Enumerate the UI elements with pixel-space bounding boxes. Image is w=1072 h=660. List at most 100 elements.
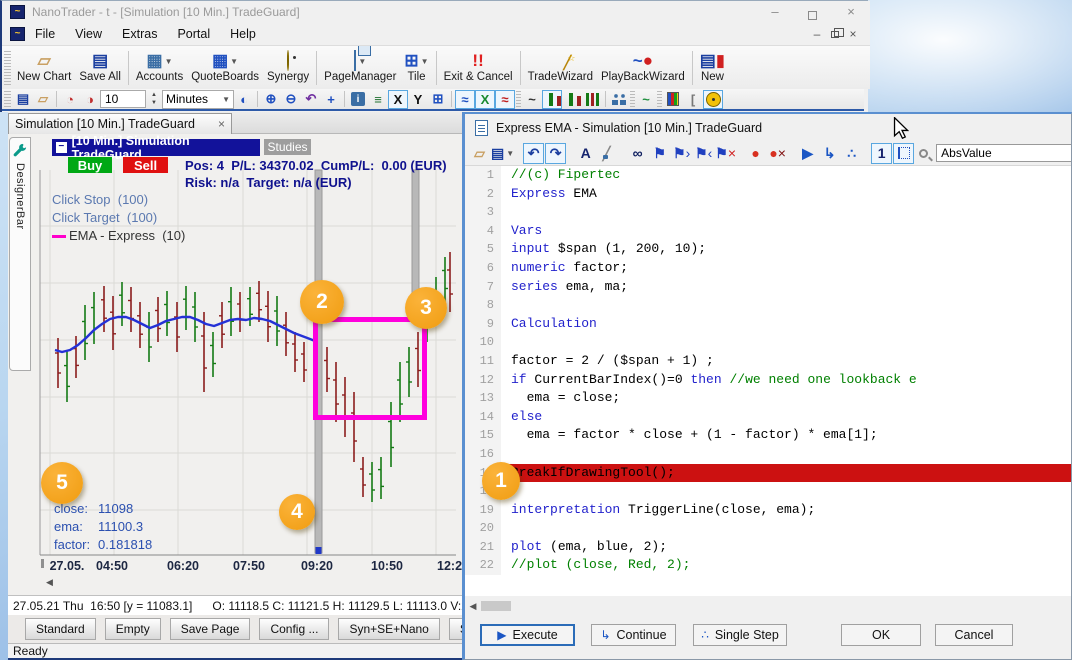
tool-accounts-people[interactable] [609, 90, 629, 109]
editor-tool-save[interactable]: ▤▼ [491, 143, 514, 164]
toolbar-button-tradewizard[interactable]: TradeWizard [524, 47, 597, 89]
toolbar-button-new-chart[interactable]: ▱New Chart [13, 47, 75, 89]
editor-titlebar[interactable]: Express EMA - Simulation [10 Min.] Trade… [465, 114, 1071, 141]
tool-line-study-3[interactable]: ≈ [495, 90, 515, 109]
page-tab-empty[interactable]: Empty [105, 618, 161, 640]
page-tab-standard[interactable]: Standard [25, 618, 96, 640]
editor-tool-clear-breakpoints[interactable]: ●× [767, 143, 788, 164]
tool-line-study-2[interactable]: X [475, 90, 495, 109]
chevron-down-icon[interactable]: ▼ [230, 57, 238, 66]
editor-tool-bookmark-toggle[interactable]: ⚑ [649, 143, 670, 164]
toolbar-button-tile[interactable]: ⊞▼Tile [400, 47, 432, 89]
toolbar-button-playbackwizard[interactable]: ~●PlayBackWizard [597, 47, 689, 89]
editor-tool-redo[interactable]: ↷ [545, 143, 566, 164]
tool-bar-chart[interactable] [562, 90, 582, 109]
editor-tool-bookmark-next[interactable]: ⚑› [671, 143, 692, 164]
editor-tool-font[interactable]: A [575, 143, 596, 164]
tool-zoom-in[interactable]: ⊕ [261, 90, 281, 109]
period-value-input[interactable]: 10▲▼ [100, 90, 146, 108]
button-execute[interactable]: ▶Execute [480, 624, 575, 646]
tool-y-axis[interactable]: Y [408, 90, 428, 109]
editor-tool-search[interactable] [915, 143, 936, 164]
page-tab-stresste[interactable]: StressTe [449, 618, 462, 640]
buy-button[interactable]: Buy [68, 157, 112, 173]
mdi-close-button[interactable]: × [844, 27, 862, 41]
editor-tool-open[interactable]: ▱ [469, 143, 490, 164]
tool-indicator-lines[interactable]: ≡ [368, 90, 388, 109]
editor-tool-selection-margin-toggle[interactable] [893, 143, 914, 164]
toolbar-grip[interactable] [4, 50, 11, 84]
menu-extras[interactable]: Extras [112, 24, 167, 44]
menu-portal[interactable]: Portal [167, 24, 220, 44]
chart-title-bar[interactable]: − [10 Min.] Simulation TradeGuard [52, 139, 260, 156]
tool-candle-chart[interactable] [542, 90, 562, 109]
tool-zoom-out[interactable]: ⊖ [281, 90, 301, 109]
chevron-down-icon[interactable]: ▼ [421, 57, 429, 66]
editor-tool-single-step[interactable]: ∴ [841, 143, 862, 164]
toolbar-button-new-doc[interactable]: ▤▮New [696, 47, 729, 89]
tool-switch-chart[interactable]: ⊞ [428, 90, 448, 109]
tool-period-clock[interactable]: ◑ [80, 90, 100, 109]
tool-x-axis[interactable]: X [388, 90, 408, 109]
toolbar-button-accounts[interactable]: ▦▼Accounts [132, 47, 187, 89]
scroll-left-icon[interactable]: ◀ [465, 601, 481, 612]
toolbar-grip[interactable] [4, 91, 11, 107]
button-continue[interactable]: ↳Continue [591, 624, 676, 646]
mdi-restore-button[interactable] [826, 27, 844, 41]
sell-button[interactable]: Sell [123, 157, 168, 173]
editor-tool-bookmark-clear[interactable]: ⚑× [715, 143, 736, 164]
designerbar-tab[interactable]: DesignerBar [9, 137, 31, 371]
chart-scroll-left-icon[interactable]: ◀ [46, 577, 53, 587]
editor-tool-run-to-cursor[interactable]: ↳ [819, 143, 840, 164]
page-tab-syn-se-nano[interactable]: Syn+SE+Nano [338, 618, 439, 640]
editor-tool-run[interactable]: ▶ [797, 143, 818, 164]
minimize-button[interactable]: – [764, 4, 786, 19]
tool-undo[interactable]: ↶ [301, 90, 321, 109]
tool-open[interactable]: ▱ [33, 90, 53, 109]
spinner-arrows-icon[interactable]: ▲▼ [151, 91, 157, 107]
page-tab-config-[interactable]: Config ... [259, 618, 329, 640]
tool-synergy-toggle[interactable] [703, 90, 723, 109]
page-tab-save-page[interactable]: Save Page [170, 618, 251, 640]
menu-view[interactable]: View [65, 24, 112, 44]
tool-line-chart[interactable]: ~ [522, 90, 542, 109]
tool-color-bars[interactable] [663, 90, 683, 109]
toolbar-button-exit-cancel[interactable]: !!Exit & Cancel [440, 47, 517, 89]
button-ok[interactable]: OK [841, 624, 921, 646]
tool-zigzag[interactable]: ~ [636, 90, 656, 109]
tool-save[interactable]: ▤ [13, 90, 33, 109]
tool-volume-chart[interactable] [582, 90, 602, 109]
toolbar-button-synergy[interactable]: Synergy [263, 47, 313, 89]
search-input[interactable] [936, 144, 1072, 162]
editor-tool-line-numbers-toggle[interactable]: 1 [871, 143, 892, 164]
editor-hscrollbar[interactable]: ◀ [465, 598, 1071, 614]
period-unit-select[interactable]: Minutes▼ [162, 90, 234, 109]
toolbar-button-quoteboards[interactable]: ▦▼QuoteBoards [187, 47, 263, 89]
editor-tool-breakpoint[interactable]: ● [745, 143, 766, 164]
tab-close-icon[interactable]: × [218, 117, 225, 131]
editor-tool-bookmark-prev[interactable]: ⚑‹ [693, 143, 714, 164]
editor-tool-find[interactable]: ∞ [627, 143, 648, 164]
toolbar-button-pagemanager[interactable]: ▼PageManager [320, 47, 400, 89]
tool-alarm-chart[interactable]: ◔ [60, 90, 80, 109]
tool-fit-chart[interactable]: + [321, 90, 341, 109]
studies-button[interactable]: Studies [264, 139, 311, 155]
tool-info[interactable]: i [348, 90, 368, 109]
button-single-step[interactable]: ∴Single Step [693, 624, 787, 646]
tool-bracket[interactable]: [ [683, 90, 703, 109]
scrollbar-thumb[interactable] [481, 601, 511, 611]
code-editor[interactable]: 1//(c) Fipertec2Express EMA34Vars5input … [465, 166, 1071, 596]
tab-simulation-tradeguard[interactable]: Simulation [10 Min.] TradeGuard × [8, 113, 232, 134]
close-button[interactable]: × [840, 4, 862, 19]
editor-tool-undo[interactable]: ↶ [523, 143, 544, 164]
mdi-minimize-button[interactable]: – [808, 27, 826, 41]
menu-help[interactable]: Help [220, 24, 266, 44]
collapse-icon[interactable]: − [56, 142, 67, 153]
menu-file[interactable]: File [25, 24, 65, 44]
tool-add-period[interactable]: ◐ [234, 90, 254, 109]
editor-tool-format-brush[interactable] [597, 143, 618, 164]
chevron-down-icon[interactable]: ▼ [358, 57, 366, 66]
toolbar-button-save-all[interactable]: ▤Save All [75, 47, 125, 89]
button-cancel[interactable]: Cancel [935, 624, 1013, 646]
tool-line-study-1[interactable]: ≈ [455, 90, 475, 109]
